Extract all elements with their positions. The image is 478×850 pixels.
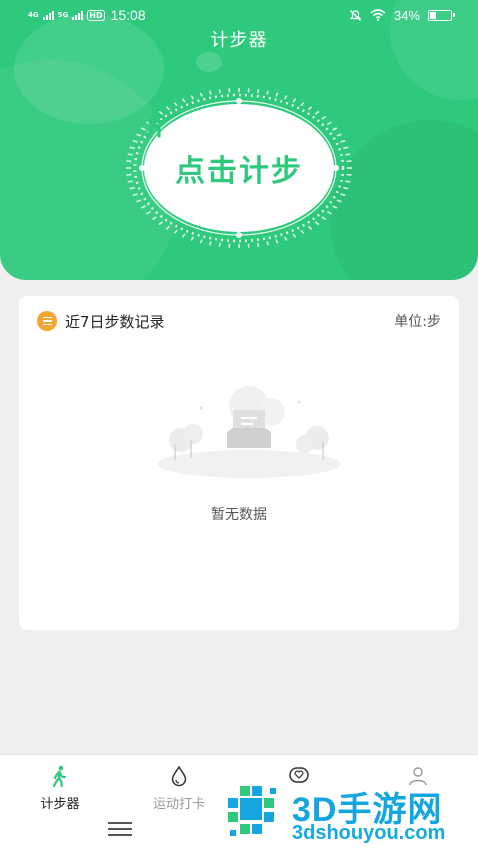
dial-tick	[132, 193, 138, 197]
dial-tick	[321, 216, 327, 221]
battery-percent: 34%	[393, 7, 420, 23]
dial-tick	[165, 225, 171, 230]
dial-tick	[340, 193, 346, 197]
dial-tick	[199, 92, 203, 97]
empty-state-text: 暂无数据	[211, 507, 267, 523]
dial-tick	[336, 133, 342, 137]
walking-icon	[146, 104, 166, 138]
dial-tick	[127, 153, 133, 156]
dial-tick	[266, 90, 270, 95]
step-records-card: 近7日步数记录 单位:步 暂无数据	[19, 296, 459, 630]
dial-tick	[136, 133, 142, 137]
dial-tick	[151, 216, 157, 221]
hd-badge: HD	[87, 9, 105, 21]
dial-tick	[307, 106, 313, 111]
header-hero: 4G 5G HD 15:08 34% 计步器 点击计步	[0, 0, 478, 280]
status-time: 15:08	[110, 7, 146, 23]
dial-tick	[336, 199, 342, 203]
empty-state-illustration	[157, 386, 341, 478]
dial-tick	[292, 98, 297, 103]
dial-tick	[181, 233, 186, 238]
dial-tick	[129, 186, 135, 190]
wifi-icon	[370, 9, 386, 21]
dial-tick	[218, 242, 222, 247]
dial-tick	[129, 146, 135, 150]
menu-handle-icon[interactable]	[108, 822, 132, 836]
battery-icon	[428, 9, 455, 21]
card-header: 近7日步数记录 单位:步	[37, 310, 441, 332]
decor-blob	[330, 120, 478, 280]
dial-tick	[181, 98, 186, 103]
dial-tick	[208, 241, 212, 246]
dial-tick	[343, 186, 349, 190]
start-step-button[interactable]: 点击计步	[144, 104, 334, 232]
dial-tick	[256, 242, 260, 247]
dial-tick	[199, 239, 203, 244]
walking-icon	[52, 765, 67, 787]
dial-tick	[283, 236, 288, 241]
dial-tick	[307, 225, 313, 230]
watermark-url: 3dshouyou.com	[292, 822, 446, 844]
dial-tick	[332, 205, 338, 209]
dial-tick	[327, 121, 332, 126]
tab-pedometer[interactable]: 计步器	[0, 761, 120, 813]
watermark: 3D手游网 3dshouyou.com	[222, 780, 478, 850]
dial-tick	[283, 95, 288, 100]
tab-exercise-checkin[interactable]: 运动打卡	[119, 761, 239, 813]
card-title: 近7日步数记录	[65, 312, 165, 331]
dial-tick	[140, 205, 146, 209]
dial-tick	[314, 221, 320, 226]
dial-tick	[208, 90, 212, 95]
tab-label: 计步器	[40, 797, 80, 812]
decor-blob	[196, 52, 222, 72]
dial-tick	[321, 115, 327, 120]
step-dial: 点击计步	[126, 86, 352, 250]
dial-tick	[173, 229, 178, 235]
dial-tick	[343, 146, 349, 150]
dial-tick	[218, 89, 222, 94]
dial-tick	[300, 229, 305, 235]
step-button-label: 点击计步	[175, 154, 303, 189]
list-icon	[37, 311, 57, 331]
dial-tick	[136, 199, 142, 203]
network-label-4g: 4G	[28, 10, 39, 19]
dial-tick	[158, 221, 164, 226]
tab-label: 运动打卡	[152, 797, 205, 812]
dial-tick	[300, 101, 305, 107]
dial-tick	[266, 241, 270, 246]
watermark-logo-icon	[228, 786, 276, 836]
dial-tick	[327, 210, 332, 215]
dial-tick	[275, 239, 279, 244]
signal-icon	[72, 10, 84, 20]
dial-tick	[345, 153, 351, 156]
network-label-5g: 5G	[57, 10, 69, 19]
dial-tick	[173, 101, 178, 107]
dial-tick	[332, 127, 338, 131]
dial-tick	[127, 180, 133, 183]
dial-tick	[132, 139, 138, 143]
dial-tick	[340, 139, 346, 143]
dial-tick	[146, 210, 151, 215]
dial-tick	[292, 233, 297, 238]
mute-icon	[349, 9, 362, 21]
dial-tick	[190, 95, 195, 100]
dial-tick	[256, 89, 260, 94]
page-title: 计步器	[210, 30, 268, 51]
dial-tick	[345, 180, 351, 183]
dial-tick	[275, 92, 279, 97]
signal-icon	[42, 10, 54, 20]
unit-label: 单位:步	[394, 314, 441, 330]
water-drop-icon	[171, 765, 187, 787]
dial-tick	[190, 236, 195, 241]
dial-tick	[314, 110, 320, 115]
